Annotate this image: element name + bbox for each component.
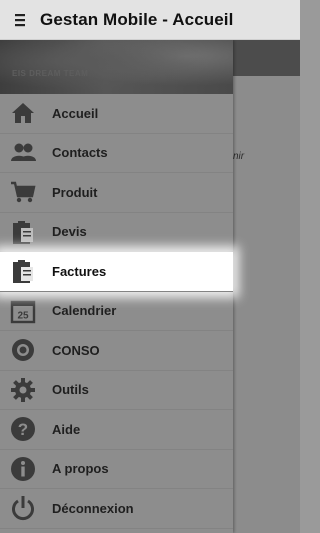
background-toolbar	[233, 40, 300, 76]
calendar-icon: 25	[0, 291, 46, 330]
app-bar: Gestan Mobile - Accueil	[0, 0, 300, 40]
drawer-header: EIS DREAM TEAM	[0, 40, 233, 94]
hamburger-icon-graphic	[15, 13, 25, 26]
menu-item-label: Factures	[52, 263, 107, 279]
menu-item-calendrier[interactable]: 25 Calendrier	[0, 291, 233, 331]
menu-item-factures[interactable]: Factures	[0, 252, 233, 292]
menu-item-label: CONSO	[52, 342, 100, 358]
menu-item-label: A propos	[52, 461, 109, 477]
menu-item-aide[interactable]: ? Aide	[0, 410, 233, 450]
gauge-icon	[0, 331, 46, 370]
app-root: Gestan Mobile - Accueil nir EIS DREAM TE…	[0, 0, 300, 533]
menu-item-label: Contacts	[52, 145, 108, 161]
menu-item-label: Devis	[52, 224, 87, 240]
info-icon	[0, 449, 46, 488]
menu-item-conso[interactable]: CONSO	[0, 331, 233, 371]
power-icon	[0, 489, 46, 528]
menu-item-a-propos[interactable]: A propos	[0, 449, 233, 489]
clipboard-icon	[0, 252, 46, 291]
drawer-menu: Accueil Contacts Produit Devis Factures …	[0, 94, 233, 529]
clipboard-icon	[0, 212, 46, 251]
gear-icon	[0, 370, 46, 409]
menu-item-label: Aide	[52, 421, 81, 437]
background-text: nir	[233, 151, 245, 162]
menu-item-label: Outils	[52, 382, 89, 398]
menu-item-label: Calendrier	[52, 303, 117, 319]
menu-item-produit[interactable]: Produit	[0, 173, 233, 213]
contacts-icon	[0, 133, 46, 172]
drawer-header-text: EIS DREAM TEAM	[12, 69, 89, 78]
menu-item-deconnexion[interactable]: Déconnexion	[0, 489, 233, 529]
menu-item-label: Produit	[52, 184, 98, 200]
home-icon	[0, 94, 46, 133]
navigation-drawer: EIS DREAM TEAM Accueil Contacts Produit …	[0, 40, 233, 533]
cart-icon	[0, 173, 46, 212]
background-page: nir	[233, 40, 300, 533]
hamburger-icon[interactable]	[0, 0, 40, 40]
svg-text:?: ?	[18, 420, 28, 439]
menu-item-outils[interactable]: Outils	[0, 370, 233, 410]
calendar-badge: 25	[17, 310, 29, 321]
menu-item-devis[interactable]: Devis	[0, 212, 233, 252]
menu-item-label: Déconnexion	[52, 500, 134, 516]
help-icon: ?	[0, 410, 46, 449]
menu-item-contacts[interactable]: Contacts	[0, 133, 233, 173]
menu-item-label: Accueil	[52, 105, 99, 121]
menu-item-accueil[interactable]: Accueil	[0, 94, 233, 134]
app-title: Gestan Mobile - Accueil	[40, 9, 234, 29]
